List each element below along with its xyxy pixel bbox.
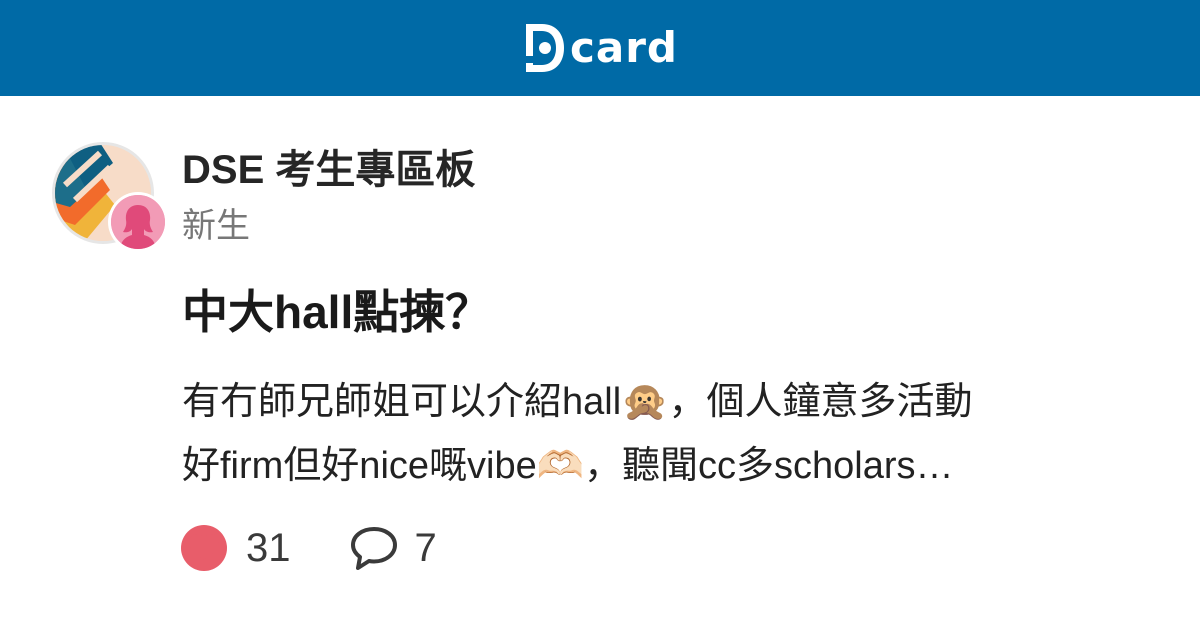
like-count: 31: [246, 526, 291, 570]
female-user-avatar-icon: [111, 195, 165, 249]
avatar: [108, 192, 168, 252]
post-excerpt[interactable]: 有冇師兄師姐可以介紹hall🙊，個人鐘意多活動 好firm但好nice嘅vibe…: [182, 370, 1132, 498]
heart-icon: [181, 525, 227, 571]
dcard-logo-mark-icon: [523, 24, 564, 72]
board-name[interactable]: DSE 考生專區板: [182, 144, 475, 196]
comment-count: 7: [414, 526, 437, 570]
top-bar: card: [0, 0, 1200, 96]
post-title[interactable]: 中大hall點揀？: [182, 282, 491, 342]
dcard-logo[interactable]: card: [522, 22, 678, 74]
post-stats: 31 7: [180, 522, 437, 574]
excerpt-line: 好firm但好nice嘅vibe🫶🏻，聽聞cc多scholars…: [182, 445, 954, 487]
comment-bubble-icon: [350, 527, 397, 570]
comment-stat[interactable]: 7: [349, 522, 437, 574]
logo-text: card: [569, 23, 678, 72]
author-role: 新生: [182, 207, 250, 245]
excerpt-line: 有冇師兄師姐可以介紹hall🙊，個人鐘意多活動: [182, 381, 973, 423]
like-stat[interactable]: 31: [180, 522, 291, 574]
avatar-group[interactable]: [52, 142, 170, 252]
